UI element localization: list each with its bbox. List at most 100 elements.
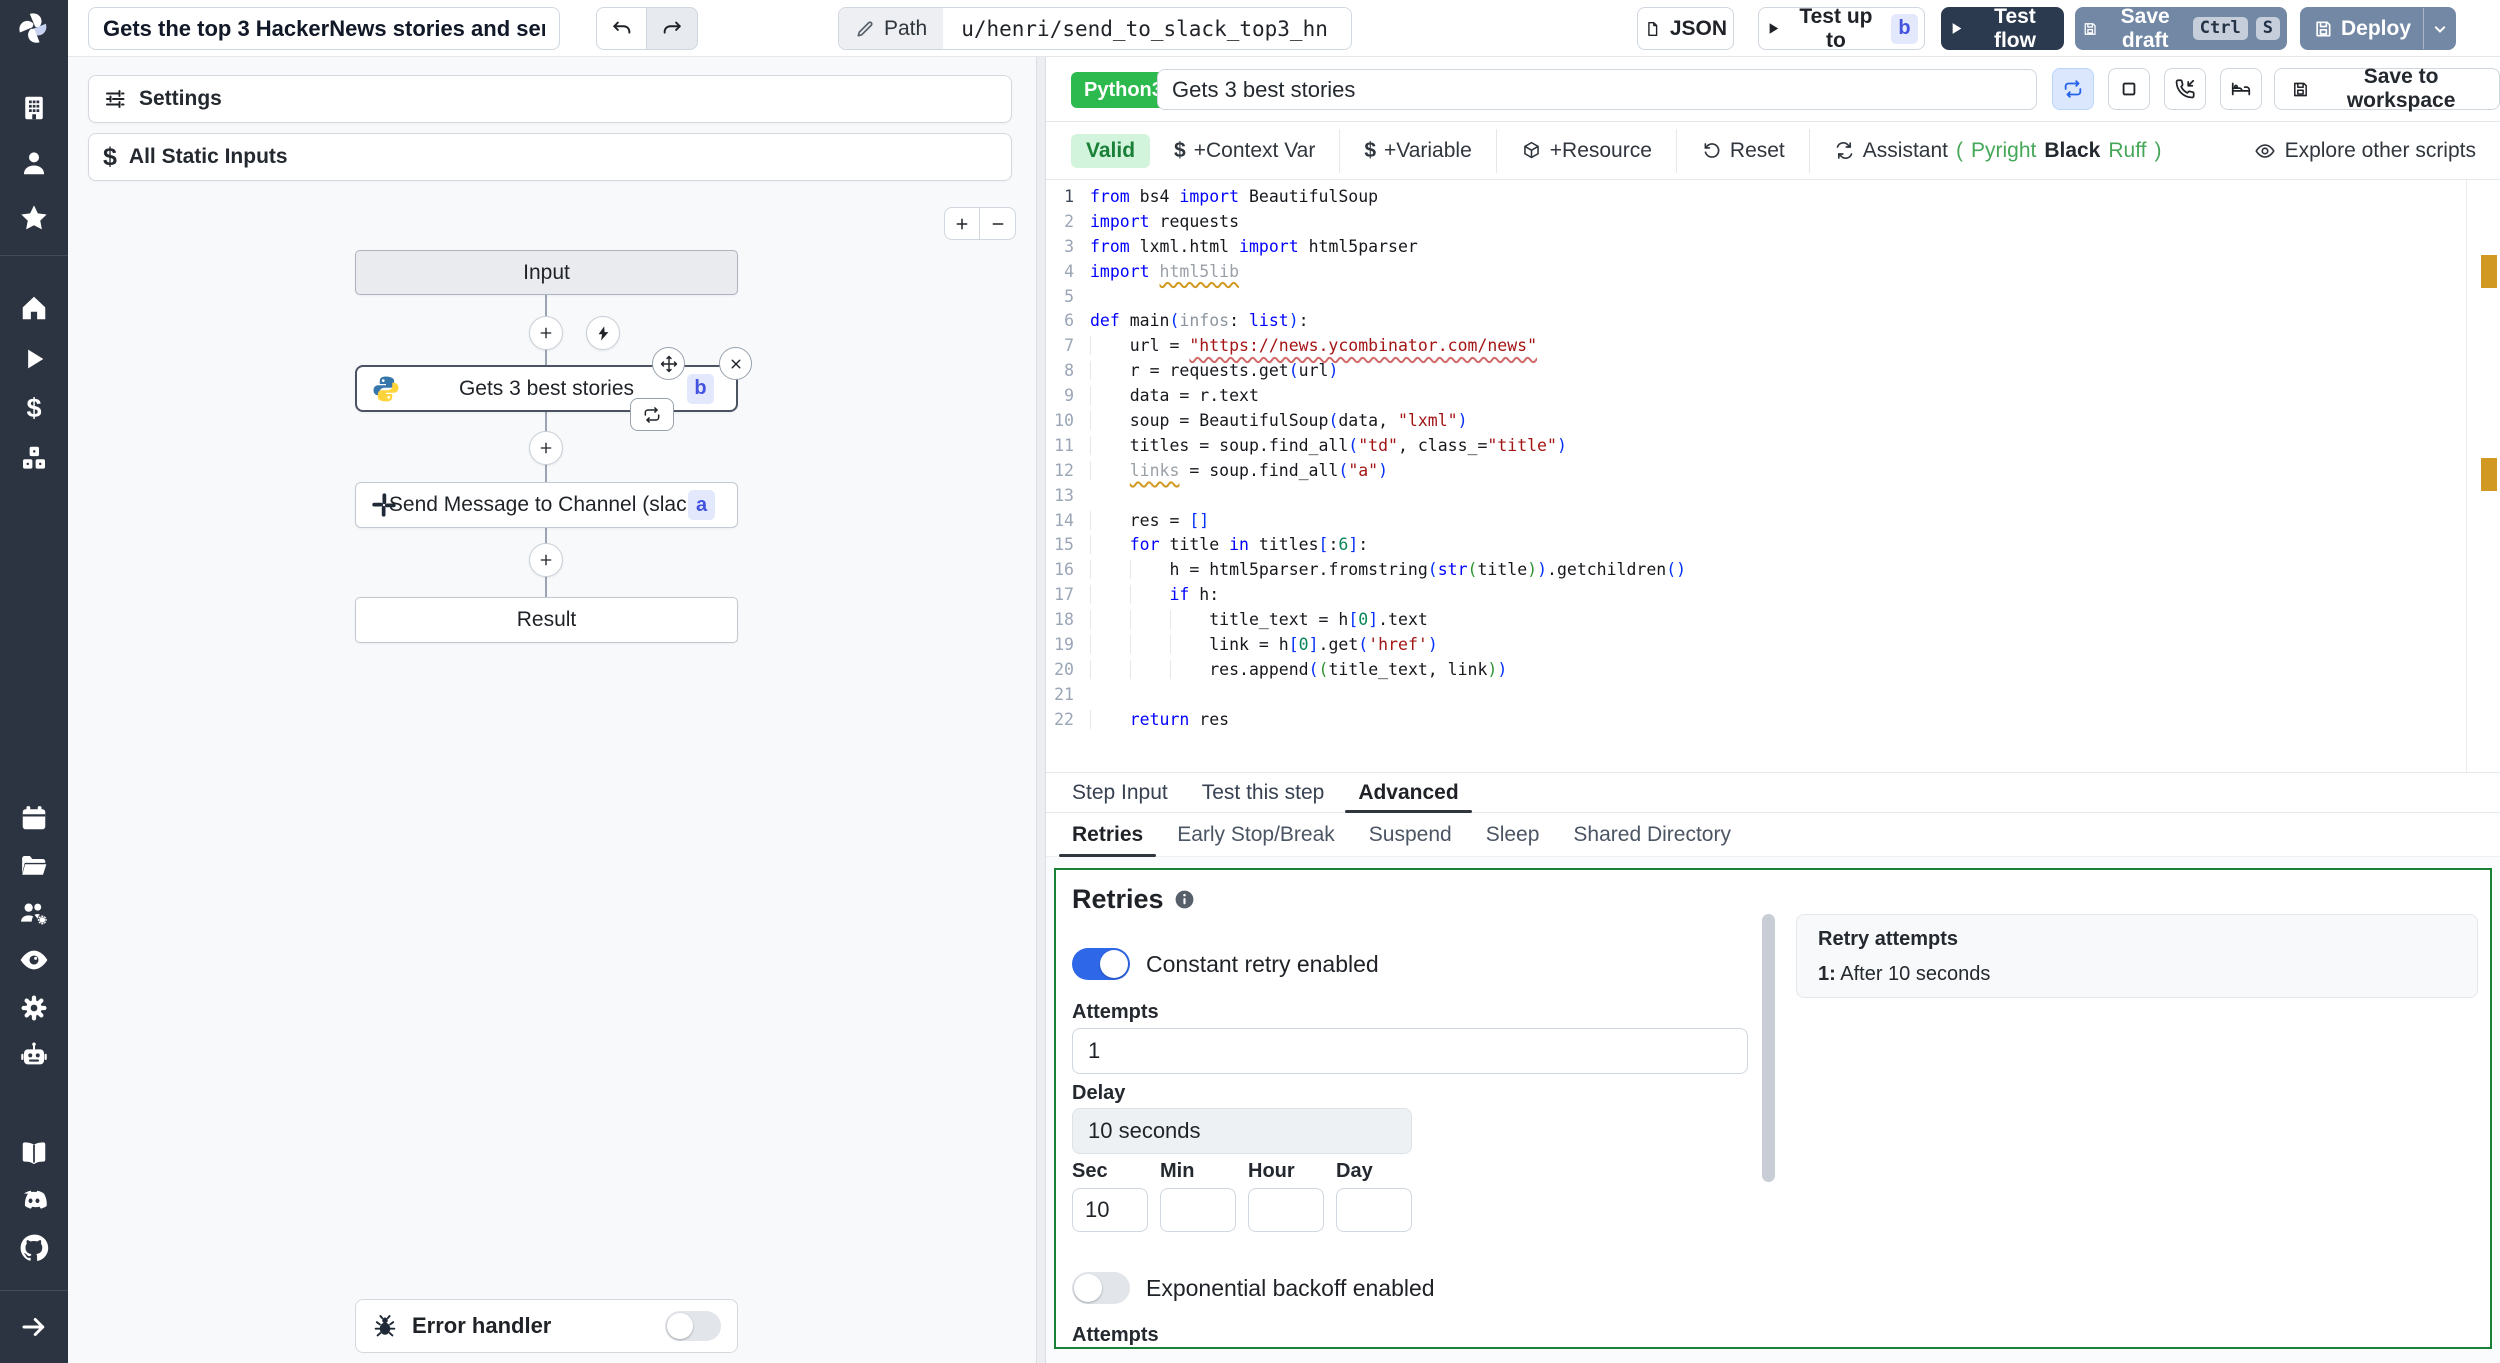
tab-early-stop[interactable]: Early Stop/Break <box>1160 814 1352 856</box>
user-icon[interactable] <box>12 141 56 185</box>
resources-cubes-icon[interactable] <box>12 436 56 480</box>
flow-node-slack-step[interactable]: Send Message to Channel (slack) a <box>355 482 738 528</box>
code-line[interactable]: 14 res = [] <box>1046 509 2500 534</box>
code-line[interactable]: 9 data = r.text <box>1046 384 2500 409</box>
save-draft-button[interactable]: Save draft Ctrl S <box>2075 5 2287 52</box>
code-line[interactable]: 22 return res <box>1046 708 2500 733</box>
folders-icon[interactable] <box>12 844 56 888</box>
code-line[interactable]: 16 h = html5parser.fromstring(str(title)… <box>1046 558 2500 583</box>
deploy-button[interactable]: Deploy <box>2300 7 2456 50</box>
sec-input[interactable] <box>1072 1188 1148 1232</box>
json-button[interactable]: JSON <box>1637 7 1734 50</box>
code-line[interactable]: 5 <box>1046 285 2500 310</box>
insert-step-button[interactable] <box>529 431 563 465</box>
early-stop-shortcut-button[interactable] <box>2108 68 2150 110</box>
github-icon[interactable] <box>12 1226 56 1270</box>
variables-dollar-icon[interactable]: $ <box>12 386 56 430</box>
step-title-input[interactable] <box>1157 69 2037 110</box>
code-editor[interactable]: 1 from bs4 import BeautifulSoup 2 import re… <box>1046 180 2500 772</box>
settings-gear-icon[interactable] <box>12 986 56 1030</box>
deploy-dropdown-button[interactable] <box>2423 8 2455 49</box>
error-handler-toggle[interactable] <box>665 1311 721 1341</box>
redo-button[interactable] <box>647 7 698 50</box>
windmill-logo-icon[interactable] <box>12 6 56 50</box>
home-icon[interactable] <box>12 286 56 330</box>
expand-sidebar-arrow-icon[interactable] <box>12 1305 56 1349</box>
code-line[interactable]: 10 soup = BeautifulSoup(data, "lxml") <box>1046 409 2500 434</box>
workspace-building-icon[interactable] <box>12 86 56 130</box>
code-line[interactable]: 2 import requests <box>1046 210 2500 235</box>
code-line[interactable]: 17 if h: <box>1046 583 2500 608</box>
audit-eye-icon[interactable] <box>12 938 56 982</box>
flow-settings-bar[interactable]: Settings <box>88 75 1012 123</box>
reset-button[interactable]: Reset <box>1677 134 1809 168</box>
move-step-button[interactable] <box>652 347 685 380</box>
code-line[interactable]: 4 import html5lib <box>1046 260 2500 285</box>
save-to-workspace-button[interactable]: Save to workspace <box>2274 65 2500 112</box>
min-input[interactable] <box>1160 1188 1236 1232</box>
groups-users-gear-icon[interactable] <box>12 891 56 935</box>
code-line[interactable]: 18 title_text = h[0].text <box>1046 608 2500 633</box>
insert-step-button[interactable] <box>529 316 563 350</box>
exponential-backoff-toggle[interactable] <box>1072 1272 1130 1304</box>
code-line[interactable]: 6 def main(infos: list): <box>1046 309 2500 334</box>
day-input[interactable] <box>1336 1188 1412 1232</box>
delay-input[interactable] <box>1072 1108 1412 1154</box>
discord-icon[interactable] <box>12 1178 56 1222</box>
error-handler-card[interactable]: Error handler <box>355 1299 738 1353</box>
test-up-to-button[interactable]: Test up to b <box>1758 5 1925 52</box>
code-line[interactable]: 12 links = soup.find_all("a") <box>1046 459 2500 484</box>
path-control[interactable]: Path u/henri/send_to_slack_top3_hn <box>838 7 1353 50</box>
tab-test-this-step[interactable]: Test this step <box>1185 773 1342 812</box>
workers-robot-icon[interactable] <box>12 1033 56 1077</box>
code-line[interactable]: 20 res.append((title_text, link)) <box>1046 658 2500 683</box>
retries-scrollbar[interactable] <box>1762 914 1775 1182</box>
code-line[interactable]: 13 <box>1046 484 2500 509</box>
tab-shared-directory[interactable]: Shared Directory <box>1556 814 1748 856</box>
runs-play-icon[interactable] <box>12 337 56 381</box>
code-line[interactable]: 3 from lxml.html import html5parser <box>1046 235 2500 260</box>
all-static-inputs-bar[interactable]: $ All Static Inputs <box>88 133 1012 181</box>
code-line[interactable]: 1 from bs4 import BeautifulSoup <box>1046 185 2500 210</box>
insert-step-button[interactable] <box>529 543 563 577</box>
trigger-bolt-button[interactable] <box>586 316 620 350</box>
add-resource-button[interactable]: +Resource <box>1497 134 1676 168</box>
favorites-star-icon[interactable] <box>12 196 56 240</box>
tab-suspend[interactable]: Suspend <box>1352 814 1469 856</box>
tab-step-input[interactable]: Step Input <box>1055 773 1185 812</box>
retries-shortcut-button[interactable] <box>2052 68 2094 110</box>
info-icon[interactable] <box>1174 889 1195 910</box>
line-number: 6 <box>1064 311 1074 331</box>
flow-node-input[interactable]: Input <box>355 250 738 295</box>
code-line[interactable]: 21 <box>1046 683 2500 708</box>
add-variable-button[interactable]: $ +Variable <box>1340 134 1495 168</box>
code-line[interactable]: 11 titles = soup.find_all("td", class_="… <box>1046 434 2500 459</box>
code-line[interactable]: 8 r = requests.get(url) <box>1046 359 2500 384</box>
constant-retry-toggle[interactable] <box>1072 948 1130 980</box>
code-line[interactable]: 19 link = h[0].get('href') <box>1046 633 2500 658</box>
delete-step-button[interactable] <box>719 347 752 380</box>
editor-overview-ruler[interactable] <box>2466 180 2500 772</box>
add-context-var-button[interactable]: $ +Context Var <box>1150 134 1339 168</box>
docs-book-icon[interactable] <box>12 1131 56 1175</box>
zoom-out-button[interactable] <box>980 207 1016 240</box>
sleep-shortcut-button[interactable] <box>2220 68 2262 110</box>
attempts-input[interactable] <box>1072 1028 1748 1074</box>
explore-other-scripts-button[interactable]: Explore other scripts <box>2254 122 2476 180</box>
assistant-button[interactable]: Assistant (Pyright Black Ruff) <box>1810 134 2186 168</box>
tab-sleep[interactable]: Sleep <box>1469 814 1557 856</box>
tab-advanced[interactable]: Advanced <box>1341 773 1475 813</box>
suspend-shortcut-button[interactable] <box>2164 68 2206 110</box>
tab-retries[interactable]: Retries <box>1055 814 1160 857</box>
zoom-in-button[interactable] <box>944 207 980 240</box>
code-line[interactable]: 15 for title in titles[:6]: <box>1046 533 2500 558</box>
schedules-calendar-icon[interactable] <box>12 796 56 840</box>
flow-node-result[interactable]: Result <box>355 597 738 643</box>
code-line[interactable]: 7 url = "https://news.ycombinator.com/ne… <box>1046 334 2500 359</box>
test-flow-button[interactable]: Test flow <box>1941 5 2064 52</box>
panel-resize-handle[interactable] <box>1036 57 1046 1363</box>
retry-indicator-button[interactable] <box>630 398 674 431</box>
flow-title-input[interactable] <box>88 7 560 50</box>
undo-button[interactable] <box>596 7 647 50</box>
hour-input[interactable] <box>1248 1188 1324 1232</box>
